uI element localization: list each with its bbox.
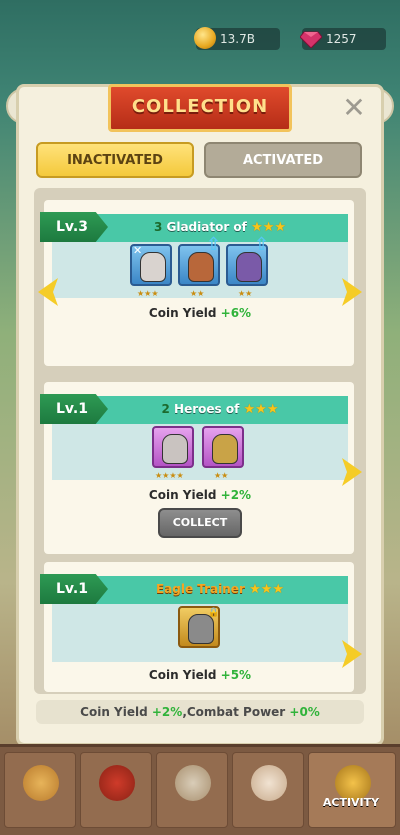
level-badge: Lv.1 <box>40 574 108 604</box>
gem-icon <box>300 31 322 48</box>
card-body <box>52 424 348 480</box>
hero-portrait[interactable]: ✕ <box>130 244 172 286</box>
gem-amount: 1257 <box>326 32 357 46</box>
nav-shield-button[interactable] <box>156 752 228 828</box>
hero-portrait[interactable]: ⇧ <box>226 234 269 286</box>
coin-icon <box>194 27 216 49</box>
close-icon: ✕ <box>133 244 143 257</box>
coin-yield: Coin Yield +5% <box>148 668 252 682</box>
helmet-icon <box>99 765 135 801</box>
hero-portrait[interactable]: 🔒 <box>178 606 220 648</box>
shield-icon <box>175 765 211 801</box>
hero-stars: ★★★ <box>137 289 159 298</box>
panel-title: COLLECTION <box>131 96 269 117</box>
card-title: Eagle Trainer ★★★ <box>155 582 285 597</box>
hero-stars: ★★★★ <box>155 471 184 480</box>
horn-icon <box>23 765 59 801</box>
level-badge: Lv.3 <box>40 212 108 242</box>
gem-counter[interactable]: 1257 <box>300 28 386 50</box>
hero-portrait[interactable] <box>152 426 194 468</box>
tab-inactivated[interactable]: INACTIVATED <box>36 142 194 178</box>
collect-button[interactable]: COLLECT <box>158 508 242 538</box>
card-title: 2 Heroes of ★★★ <box>161 402 279 417</box>
close-icon[interactable]: ✕ <box>340 94 368 122</box>
level-badge: Lv.1 <box>40 394 108 424</box>
coin-counter[interactable]: 13.7B <box>194 27 280 50</box>
tab-activated[interactable]: ACTIVATED <box>204 142 362 178</box>
coin-yield: Coin Yield +6% <box>148 306 252 320</box>
upgrade-arrow-icon: ⇧ <box>206 234 222 255</box>
hero-stars: ★★ <box>190 289 205 298</box>
hero-portrait[interactable]: ⇧ <box>178 234 221 286</box>
nav-activity-button[interactable] <box>308 752 396 828</box>
nav-helmet-button[interactable] <box>80 752 152 828</box>
paw-icon <box>251 765 287 801</box>
coin-yield: Coin Yield +2% <box>148 488 252 502</box>
hero-stars: ★★ <box>214 471 229 480</box>
hero-portrait[interactable] <box>202 426 244 468</box>
total-bonus: Coin Yield +2%,Combat Power +0% <box>36 700 364 724</box>
upgrade-arrow-icon: ⇧ <box>254 234 270 255</box>
coin-amount: 13.7B <box>220 32 255 46</box>
hero-stars: ★★ <box>238 289 253 298</box>
nav-activity-label: ACTIVITY <box>322 796 380 809</box>
nav-horn-button[interactable] <box>4 752 76 828</box>
nav-paw-button[interactable] <box>232 752 304 828</box>
lock-icon: 🔒 <box>208 608 220 618</box>
